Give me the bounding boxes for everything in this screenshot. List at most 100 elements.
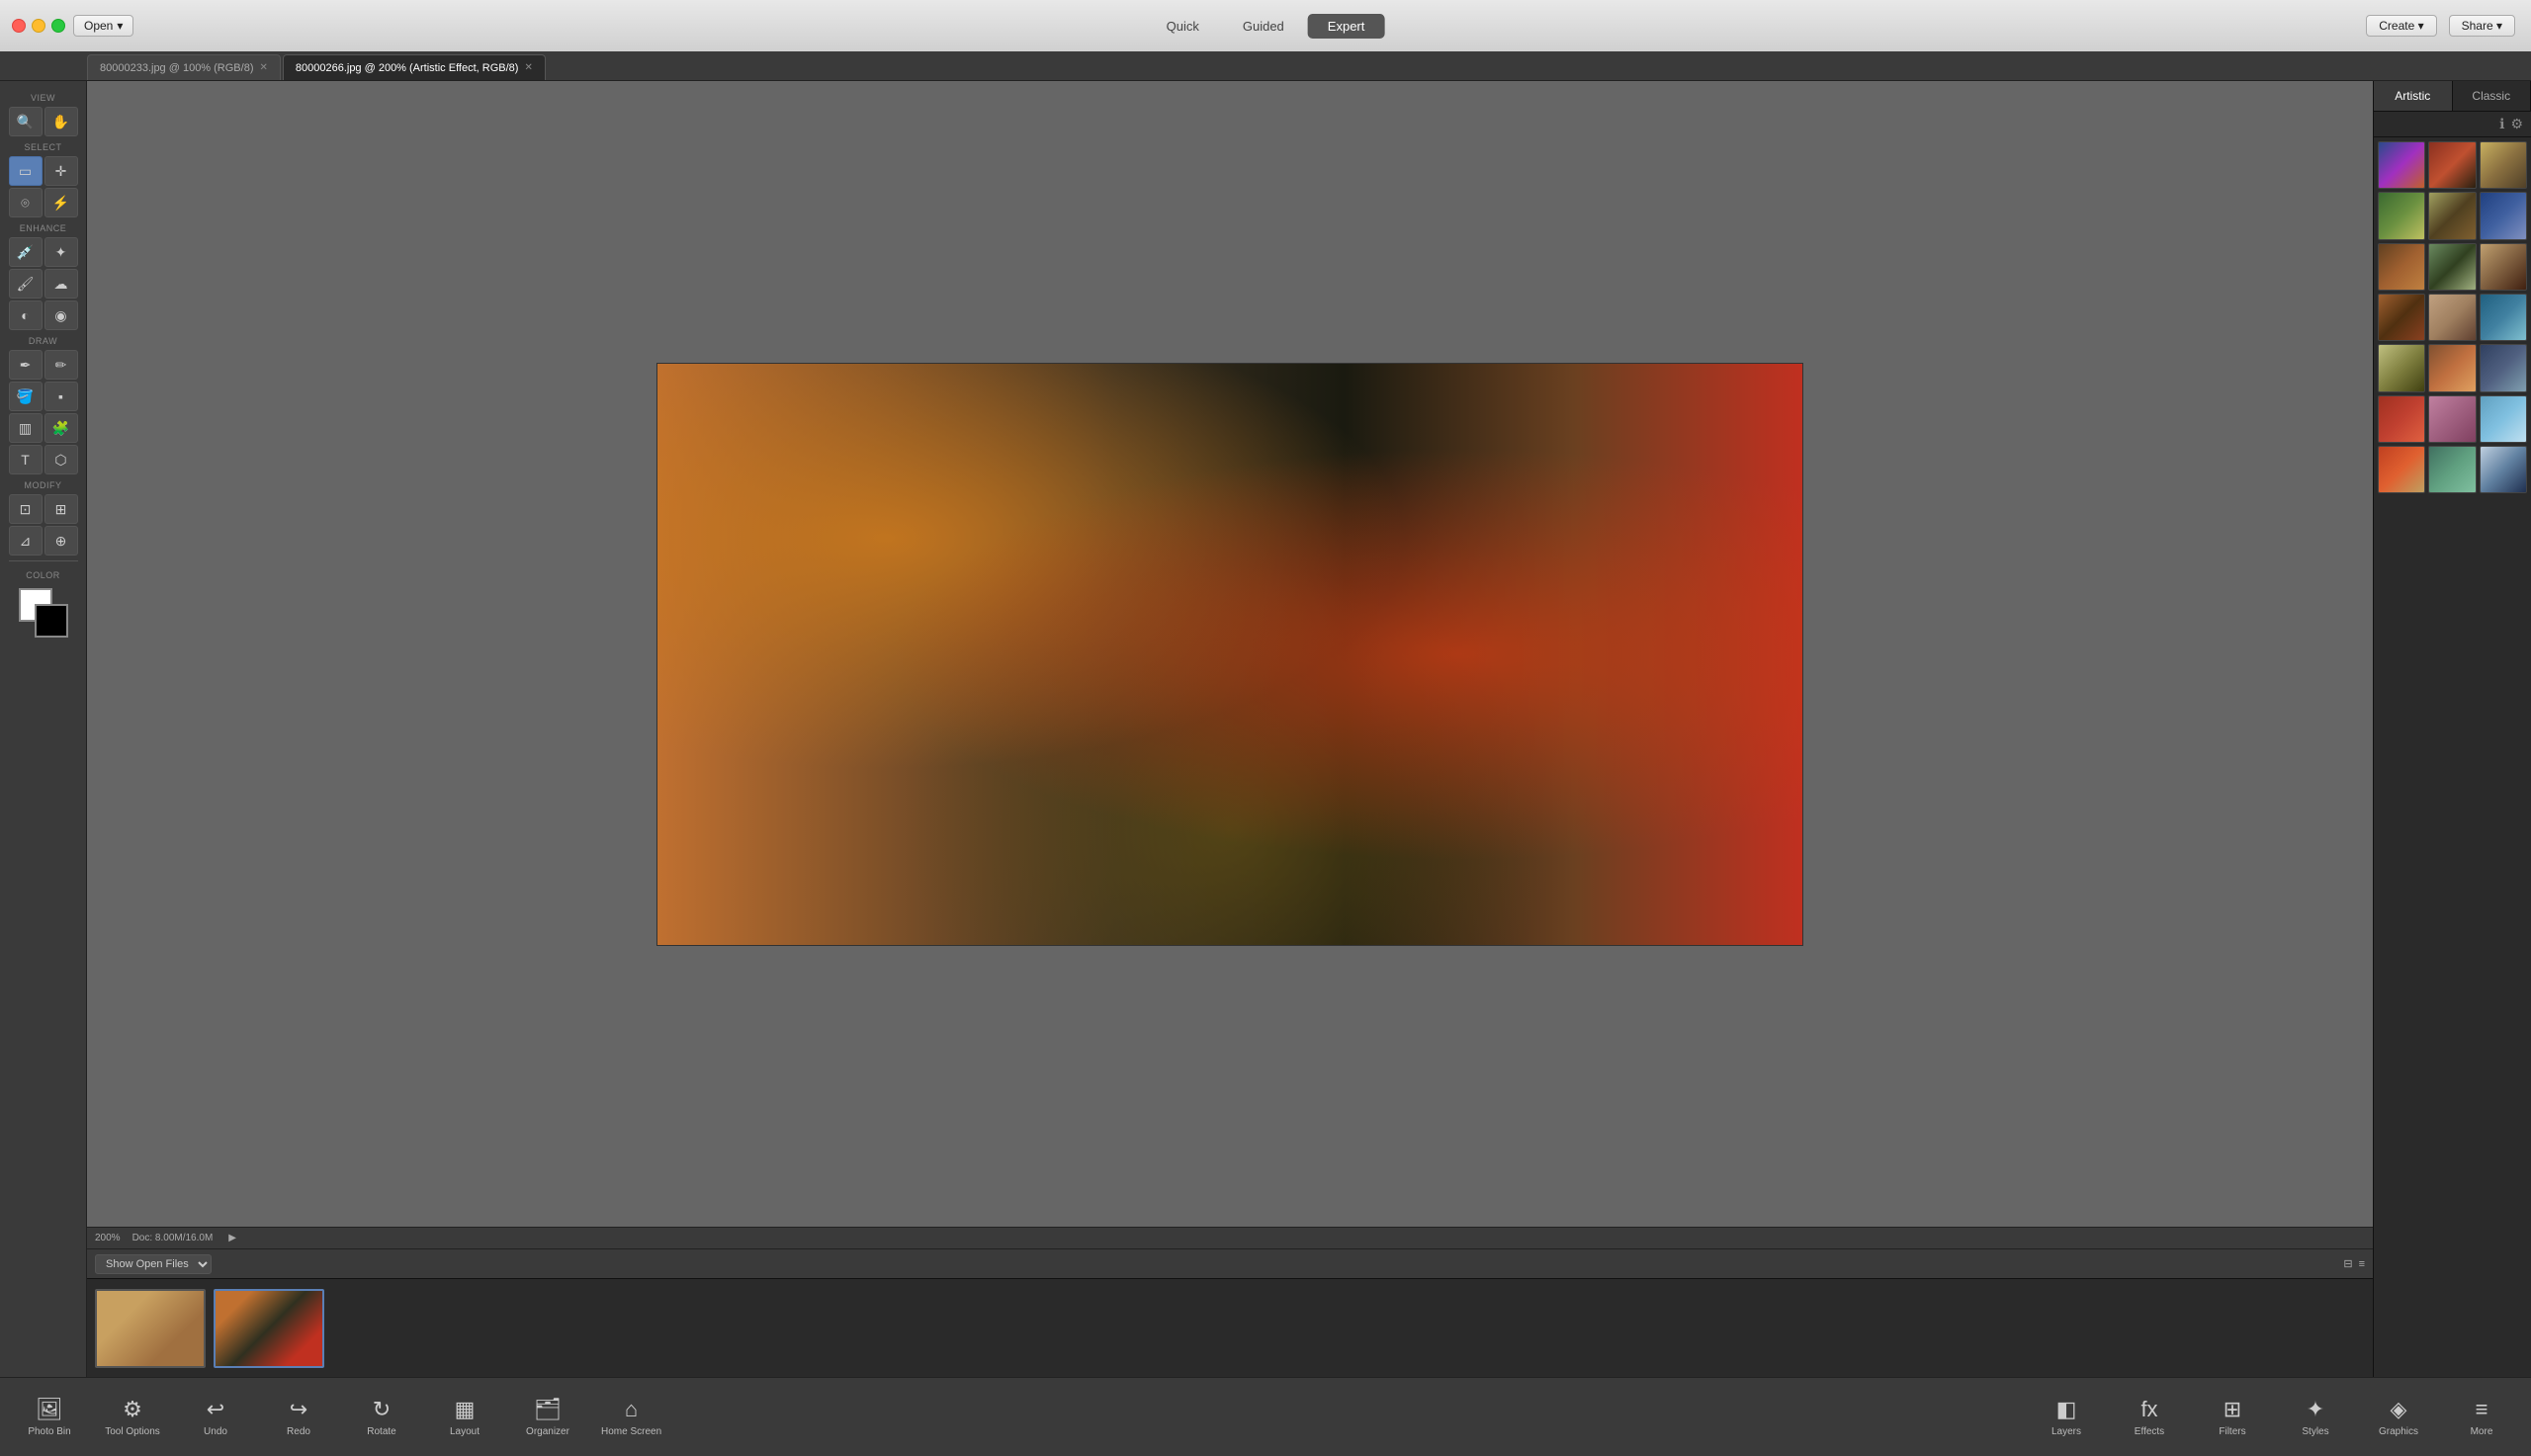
classic-tab[interactable]: Classic <box>2453 81 2531 111</box>
rotate-button[interactable]: ↻ Rotate <box>352 1397 411 1437</box>
organizer-icon: 🗂 <box>534 1397 562 1422</box>
tab-1-close-icon[interactable]: ✕ <box>259 62 267 73</box>
canvas-container[interactable] <box>87 81 2373 1227</box>
gradient-tool-button[interactable]: ▥ <box>9 413 43 443</box>
undo-label: Undo <box>204 1426 227 1437</box>
artistic-tab[interactable]: Artistic <box>2374 81 2453 111</box>
photo-thumb-1[interactable] <box>95 1289 206 1368</box>
puzzle-button[interactable]: 🧩 <box>44 413 78 443</box>
filter-thumb-19[interactable] <box>2378 446 2425 493</box>
create-button[interactable]: Create ▾ <box>2366 15 2436 37</box>
select-tools-row1: ▭ ✛ <box>9 156 78 186</box>
color-replace-button[interactable]: ⊕ <box>44 526 78 556</box>
filter-thumb-17[interactable] <box>2428 395 2476 443</box>
smudge-tool-button[interactable]: ☁ <box>44 269 78 299</box>
filter-thumb-13[interactable] <box>2378 344 2425 391</box>
brush-tool-button[interactable]: 🖌 <box>9 269 43 299</box>
photo-bin-icon: 🖼 <box>36 1397 63 1422</box>
view-tools: 🔍 ✋ <box>9 107 78 136</box>
expert-mode-button[interactable]: Expert <box>1308 14 1385 39</box>
color-divider <box>9 560 78 561</box>
filter-thumb-1[interactable] <box>2378 141 2425 189</box>
lasso-tool-button[interactable]: ⌾ <box>9 188 43 217</box>
styles-button[interactable]: ✦ Styles <box>2286 1397 2345 1437</box>
guided-mode-button[interactable]: Guided <box>1223 14 1304 39</box>
filter-thumb-4[interactable] <box>2378 192 2425 239</box>
tab-2[interactable]: 80000266.jpg @ 200% (Artistic Effect, RG… <box>283 54 546 80</box>
photo-bin-area <box>87 1278 2373 1377</box>
filter-thumb-9[interactable] <box>2480 243 2527 291</box>
filter-thumb-16[interactable] <box>2378 395 2425 443</box>
minimize-button[interactable] <box>32 19 45 33</box>
filter-thumb-14[interactable] <box>2428 344 2476 391</box>
filter-thumb-20[interactable] <box>2428 446 2476 493</box>
maximize-button[interactable] <box>51 19 65 33</box>
magic-wand-button[interactable]: ⚡ <box>44 188 78 217</box>
burn-tool-button[interactable]: ◉ <box>44 300 78 330</box>
color-swatches[interactable] <box>19 588 68 638</box>
tab-2-close-icon[interactable]: ✕ <box>524 62 532 73</box>
list-view-icon[interactable]: ≡ <box>2359 1258 2365 1270</box>
spot-healing-button[interactable]: ✦ <box>44 237 78 267</box>
filter-thumb-15[interactable] <box>2480 344 2527 391</box>
canvas-image <box>656 363 1803 946</box>
eyedropper-button[interactable]: 💉 <box>9 237 43 267</box>
filter-thumb-11[interactable] <box>2428 294 2476 341</box>
photo-bin-button[interactable]: 🖼 Photo Bin <box>20 1397 79 1437</box>
close-button[interactable] <box>12 19 26 33</box>
filter-thumb-10[interactable] <box>2378 294 2425 341</box>
dodge-tool-button[interactable]: ◐ <box>9 300 43 330</box>
recompose-button[interactable]: ⊞ <box>44 494 78 524</box>
marquee-tool-button[interactable]: ▭ <box>9 156 43 186</box>
graphics-button[interactable]: ◈ Graphics <box>2369 1397 2428 1437</box>
filter-thumb-2[interactable] <box>2428 141 2476 189</box>
background-color[interactable] <box>35 604 68 638</box>
filter-thumb-3[interactable] <box>2480 141 2527 189</box>
more-button[interactable]: ≡ More <box>2452 1397 2511 1437</box>
settings-icon[interactable]: ⚙ <box>2510 116 2523 132</box>
filter-thumb-8[interactable] <box>2428 243 2476 291</box>
hand-tool-button[interactable]: ✋ <box>44 107 78 136</box>
shape-tool-button[interactable]: ▪ <box>44 382 78 411</box>
paint-bucket-button[interactable]: 🪣 <box>9 382 43 411</box>
home-screen-button[interactable]: ⌂ Home Screen <box>601 1397 661 1437</box>
move-tool-button[interactable]: ✛ <box>44 156 78 186</box>
layers-button[interactable]: ◧ Layers <box>2037 1397 2096 1437</box>
draw-section-label: DRAW <box>4 336 82 346</box>
effects-icon: fx <box>2140 1397 2157 1422</box>
filter-thumb-6[interactable] <box>2480 192 2527 239</box>
effects-button[interactable]: fx Effects <box>2120 1397 2179 1437</box>
tool-options-button[interactable]: ⚙ Tool Options <box>103 1397 162 1437</box>
zoom-tool-button[interactable]: 🔍 <box>9 107 43 136</box>
brush-draw-button[interactable]: ✏ <box>44 350 78 380</box>
share-button[interactable]: Share ▾ <box>2449 15 2515 37</box>
crop-tool-button[interactable]: ⊡ <box>9 494 43 524</box>
zoom-level: 200% <box>95 1233 121 1243</box>
effects-label: Effects <box>2135 1426 2164 1437</box>
open-button[interactable]: Open ▾ <box>73 15 133 37</box>
pen-tool-button[interactable]: ✒ <box>9 350 43 380</box>
filter-thumb-21[interactable] <box>2480 446 2527 493</box>
filter-thumb-12[interactable] <box>2480 294 2527 341</box>
layout-button[interactable]: ▦ Layout <box>435 1397 494 1437</box>
photo-thumb-2-image <box>216 1291 322 1366</box>
organizer-button[interactable]: 🗂 Organizer <box>518 1397 577 1437</box>
scroll-arrow[interactable]: ▶ <box>228 1233 236 1243</box>
tab-1[interactable]: 80000233.jpg @ 100% (RGB/8) ✕ <box>87 54 281 80</box>
grid-view-icon[interactable]: ⊟ <box>2343 1257 2352 1270</box>
custom-shape-button[interactable]: ⬡ <box>44 445 78 474</box>
filter-thumb-5[interactable] <box>2428 192 2476 239</box>
show-open-files-select[interactable]: Show Open Files <box>95 1254 212 1274</box>
filter-thumb-7[interactable] <box>2378 243 2425 291</box>
home-screen-label: Home Screen <box>601 1426 661 1437</box>
filters-button[interactable]: ⊞ Filters <box>2203 1397 2262 1437</box>
quick-mode-button[interactable]: Quick <box>1147 14 1219 39</box>
redo-button[interactable]: ↪ Redo <box>269 1397 328 1437</box>
filter-thumb-18[interactable] <box>2480 395 2527 443</box>
photo-thumb-2[interactable] <box>214 1289 324 1368</box>
info-icon[interactable]: ℹ <box>2499 116 2504 132</box>
straighten-button[interactable]: ⊿ <box>9 526 43 556</box>
undo-button[interactable]: ↩ Undo <box>186 1397 245 1437</box>
text-tool-button[interactable]: T <box>9 445 43 474</box>
canvas-image-inner <box>657 364 1802 945</box>
